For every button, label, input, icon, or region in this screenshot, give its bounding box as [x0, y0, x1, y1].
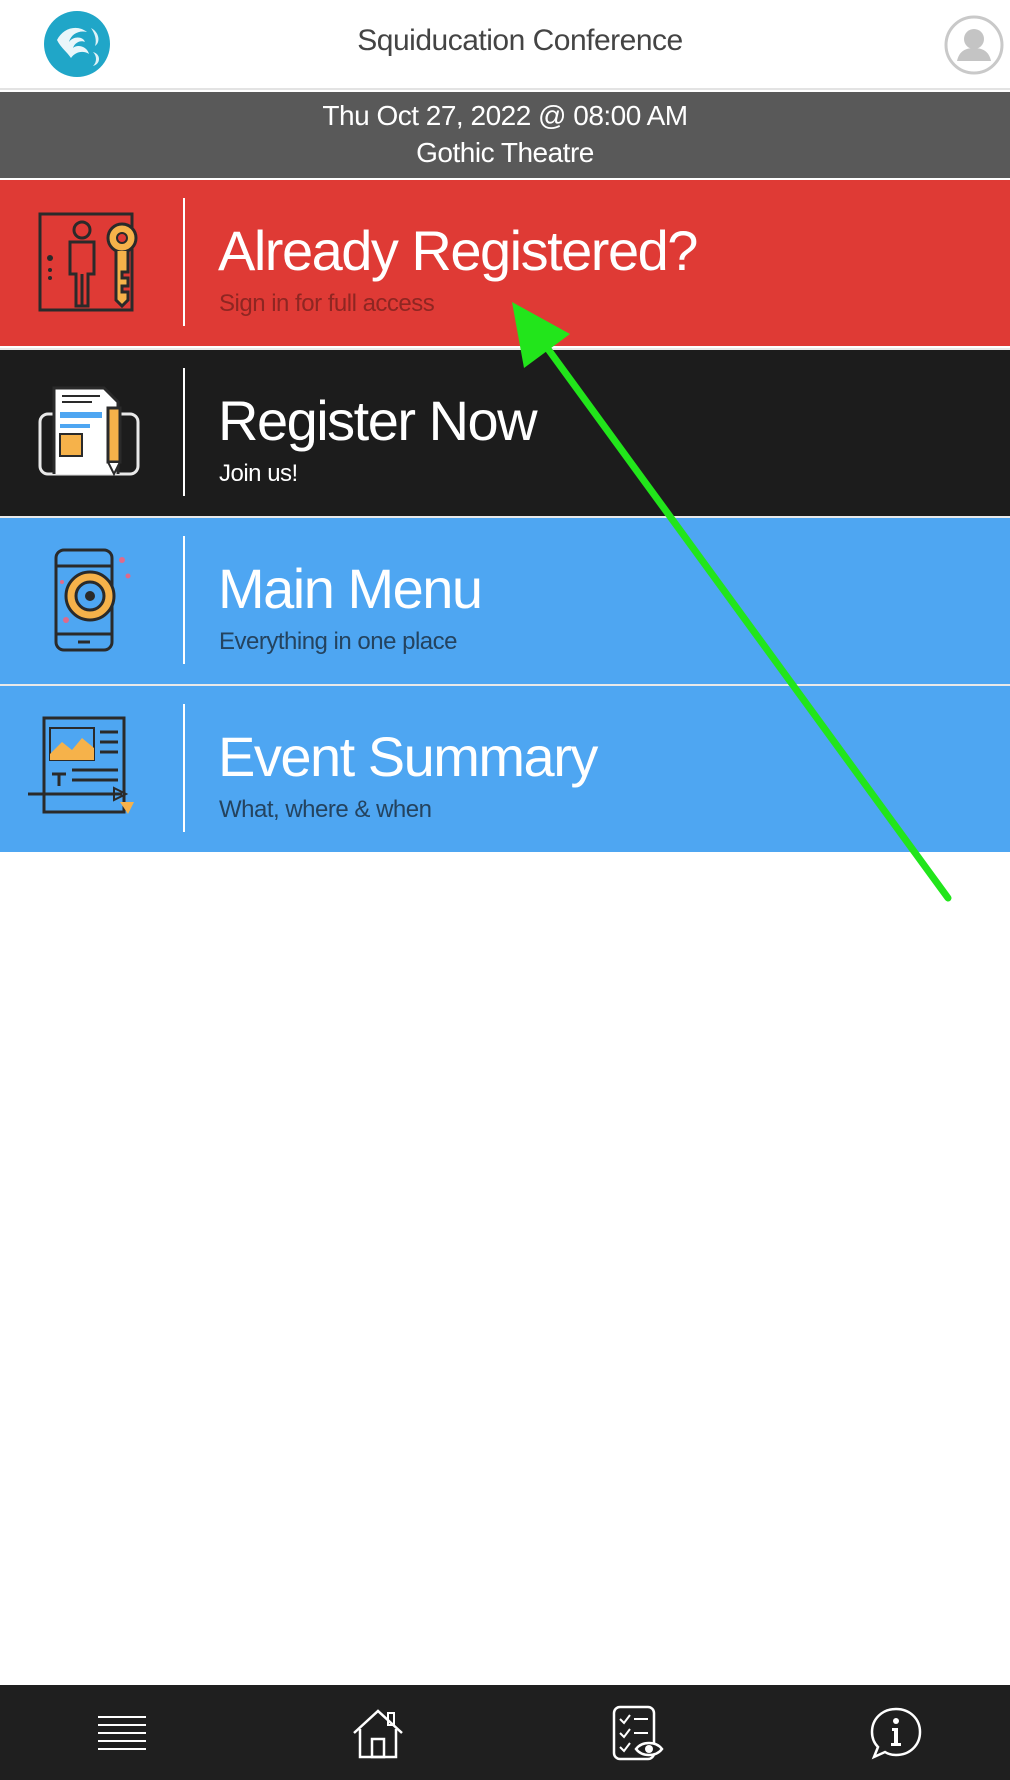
tile-title: Register Now	[218, 389, 538, 452]
hamburger-menu-icon[interactable]	[92, 1703, 152, 1763]
user-avatar-icon[interactable]	[944, 15, 1004, 75]
scroll-summary-icon	[22, 714, 157, 824]
tile-title: Event Summary	[218, 725, 598, 788]
already-registered-tile[interactable]: Already Registered? Sign in for full acc…	[0, 180, 1010, 346]
bottom-nav-bar	[0, 1685, 1010, 1780]
event-summary-tile[interactable]: Event Summary What, where & when	[0, 686, 1010, 852]
document-pen-icon	[22, 378, 157, 488]
tile-subtitle: Join us!	[219, 460, 298, 487]
tile-title: Already Registered?	[218, 219, 698, 282]
main-menu-tile[interactable]: Main Menu Everything in one place	[0, 518, 1010, 684]
app-screen: Squiducation Conference Thu Oct 27, 2022…	[0, 0, 1010, 1780]
info-bubble-icon[interactable]	[866, 1703, 926, 1763]
event-date: Thu Oct 27, 2022 @ 08:00 AM	[322, 100, 688, 131]
tile-subtitle: Sign in for full access	[219, 290, 435, 317]
checklist-eye-icon[interactable]	[606, 1703, 666, 1763]
tile-subtitle: What, where & when	[219, 796, 432, 823]
tile-title: Main Menu	[218, 557, 483, 620]
elevator-key-icon	[22, 208, 157, 318]
event-venue: Gothic Theatre	[416, 137, 594, 168]
tile-subtitle: Everything in one place	[219, 628, 458, 655]
home-icon[interactable]	[348, 1703, 408, 1763]
phone-camera-icon	[22, 546, 157, 656]
tile-divider	[183, 536, 185, 664]
tile-divider	[183, 368, 185, 496]
register-now-tile[interactable]: Register Now Join us!	[0, 350, 1010, 516]
app-header: Squiducation Conference	[0, 0, 1010, 90]
tile-divider	[183, 704, 185, 832]
event-info-bar: Thu Oct 27, 2022 @ 08:00 AM Gothic Theat…	[0, 92, 1010, 178]
tile-divider	[183, 198, 185, 326]
app-title: Squiducation Conference	[357, 24, 683, 57]
